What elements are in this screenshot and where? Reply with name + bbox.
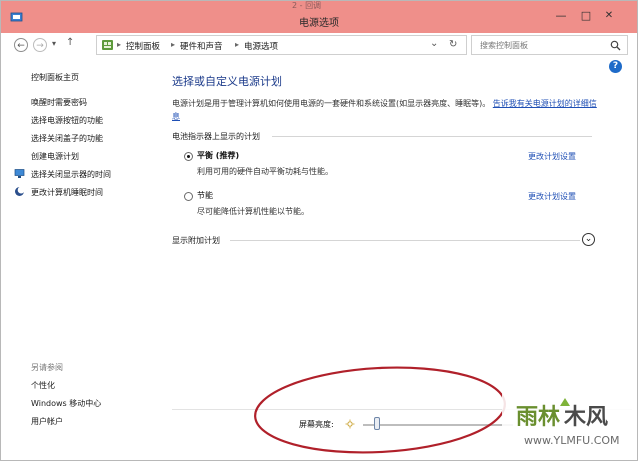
plan-power-saver-settings-link[interactable]: 更改计划设置 [528, 191, 576, 202]
see-also-mobility-center[interactable]: Windows 移动中心 [31, 398, 101, 409]
search-placeholder: 搜索控制面板 [480, 41, 528, 50]
see-also-user-accounts[interactable]: 用户帐户 [31, 416, 63, 427]
breadcrumb-control-panel[interactable]: 控制面板 [126, 40, 160, 52]
sidebar-item-sleep-time[interactable]: 更改计算机睡眠时间 [31, 187, 103, 198]
sidebar-item-wake-password[interactable]: 唤醒时需要密码 [31, 97, 87, 108]
sidebar-item-display-off[interactable]: 选择关闭显示器的时间 [31, 169, 111, 180]
refresh-icon[interactable]: ↻ [449, 39, 457, 50]
plan-balanced-radio[interactable] [184, 152, 193, 161]
svg-text:www.YLMFU.COM: www.YLMFU.COM [524, 434, 620, 447]
page-title: 选择或自定义电源计划 [172, 75, 282, 88]
control-panel-icon [102, 40, 113, 50]
search-input[interactable]: 搜索控制面板 [471, 35, 628, 55]
address-bar: ← → ▾ ↑ ▸ 控制面板 ▸ 硬件和声音 ▸ 电源选项 ⌄ ↻ 搜索控制面板 [8, 34, 632, 58]
help-icon[interactable]: ? [609, 60, 622, 73]
sidebar-item-power-button[interactable]: 选择电源按钮的功能 [31, 115, 103, 126]
group-divider [272, 136, 592, 137]
expand-chevron-icon[interactable]: ⌄ [582, 233, 595, 246]
back-button[interactable]: ← [14, 38, 28, 52]
top-overlay-text: 2 - 回调 [292, 1, 322, 10]
plan-power-saver-radio[interactable] [184, 192, 193, 201]
see-also-personalization[interactable]: 个性化 [31, 380, 55, 391]
page-description: 电源计划是用于管理计算机如何使用电源的一套硬件和系统设置(如显示器亮度、睡眠等)… [172, 97, 597, 123]
see-also-title: 另请参阅 [31, 363, 63, 372]
window-title: 电源选项 [299, 18, 339, 29]
monitor-icon [14, 169, 25, 178]
sidebar-item-create-plan[interactable]: 创建电源计划 [31, 151, 79, 162]
breadcrumb-hardware-sound[interactable]: 硬件和声音 [180, 40, 223, 52]
watermark-logo: 雨林 木风 www.YLMFU.COM [502, 388, 632, 456]
breadcrumb-separator: ▸ [171, 40, 176, 49]
description-text: 电源计划是用于管理计算机如何使用电源的一套硬件和系统设置(如显示器亮度、睡眠等)… [172, 99, 491, 108]
svg-text:雨林: 雨林 [516, 405, 560, 430]
moon-icon [15, 186, 25, 196]
up-button[interactable]: ↑ [66, 37, 74, 48]
address-dropdown-icon[interactable]: ⌄ [430, 38, 438, 49]
close-button[interactable]: ✕ [598, 8, 620, 24]
forward-button[interactable]: → [33, 38, 47, 52]
recent-dropdown[interactable]: ▾ [52, 39, 56, 48]
address-field[interactable]: ▸ 控制面板 ▸ 硬件和声音 ▸ 电源选项 ⌄ ↻ [96, 35, 467, 55]
plan-balanced-name[interactable]: 平衡 (推荐) [197, 150, 239, 161]
sidebar-item-lid[interactable]: 选择关闭盖子的功能 [31, 133, 103, 144]
maximize-button[interactable]: □ [575, 8, 597, 24]
annotation-ellipse [254, 366, 506, 454]
plan-power-saver-name[interactable]: 节能 [197, 190, 213, 201]
plan-power-saver-desc: 尽可能降低计算机性能以节能。 [197, 207, 309, 216]
svg-text:木风: 木风 [563, 405, 608, 430]
sidebar-home[interactable]: 控制面板主页 [31, 72, 79, 83]
additional-plans-label[interactable]: 显示附加计划 [172, 235, 220, 246]
search-icon[interactable] [610, 40, 621, 51]
plan-balanced-desc: 利用可用的硬件自动平衡功耗与性能。 [197, 167, 333, 176]
breadcrumb-separator: ▸ [117, 40, 122, 49]
breadcrumb-power-options[interactable]: 电源选项 [244, 40, 278, 52]
minimize-button[interactable]: — [550, 8, 572, 24]
additional-divider [230, 240, 580, 241]
group-label: 电池指示器上显示的计划 [172, 132, 260, 141]
breadcrumb-separator: ▸ [235, 40, 240, 49]
plan-balanced-settings-link[interactable]: 更改计划设置 [528, 151, 576, 162]
